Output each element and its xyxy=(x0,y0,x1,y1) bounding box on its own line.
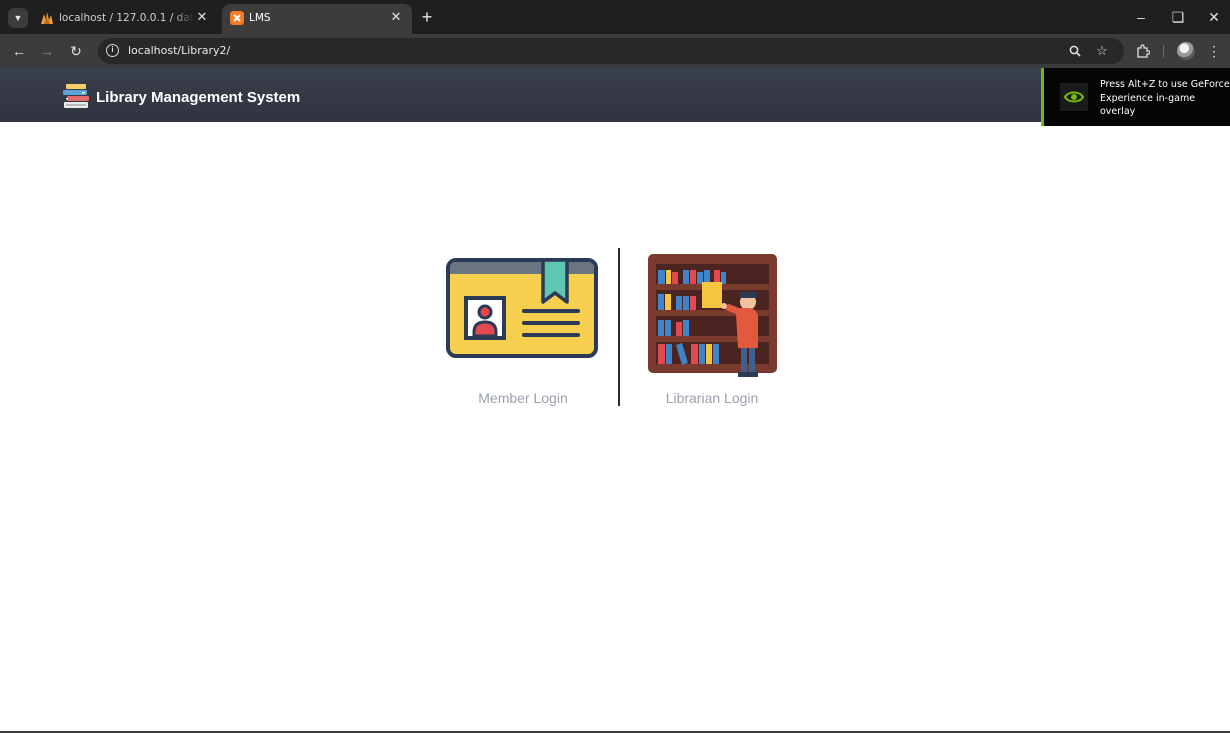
geforce-overlay-toast: Press Alt+Z to use GeForce Experience in… xyxy=(1041,68,1230,126)
app-title[interactable]: Library Management System xyxy=(96,89,300,107)
nvidia-icon xyxy=(1060,83,1088,111)
phpmyadmin-icon xyxy=(41,12,53,24)
forward-button[interactable]: → xyxy=(37,41,57,61)
address-bar[interactable]: i localhost/Library2/ ☆ xyxy=(98,38,1124,64)
profile-avatar[interactable] xyxy=(1177,42,1195,60)
reload-icon: ↻ xyxy=(70,43,82,59)
browser-tab-lms[interactable]: LMS ✕ xyxy=(222,4,412,34)
tab-search-button[interactable]: ▼ xyxy=(8,8,28,28)
librarian-login-link[interactable]: Librarian Login xyxy=(636,248,788,412)
close-window-button[interactable]: ✕ xyxy=(1202,6,1226,28)
reload-button[interactable]: ↻ xyxy=(66,41,86,61)
browser-tab-phpmyadmin[interactable]: localhost / 127.0.0.1 / database ✕ xyxy=(32,4,218,34)
member-card-icon xyxy=(446,258,598,358)
arrow-right-icon: → xyxy=(40,43,54,59)
tab-title: LMS xyxy=(249,12,271,24)
chevron-down-icon: ▼ xyxy=(13,13,23,23)
member-login-link[interactable]: Member Login xyxy=(440,252,606,412)
restore-button[interactable]: ❏ xyxy=(1166,6,1190,28)
toolbar-separator xyxy=(1163,45,1164,58)
extensions-button[interactable] xyxy=(1133,41,1153,61)
xampp-icon xyxy=(230,11,244,25)
address-url[interactable]: localhost/Library2/ xyxy=(128,44,230,58)
browser-tab-strip: ▼ localhost / 127.0.0.1 / database ✕ LMS… xyxy=(0,0,1230,34)
close-icon[interactable]: ✕ xyxy=(194,10,210,26)
close-icon[interactable]: ✕ xyxy=(388,10,404,26)
bookmark-star-icon[interactable]: ☆ xyxy=(1093,42,1111,60)
more-vert-icon: ⋮ xyxy=(1207,43,1221,59)
arrow-left-icon: ← xyxy=(12,43,26,59)
librarian-login-label[interactable]: Librarian Login xyxy=(636,390,788,406)
restore-icon: ❏ xyxy=(1171,9,1185,25)
librarian-bookshelf-icon xyxy=(648,254,777,377)
tab-title: localhost / 127.0.0.1 / database xyxy=(59,12,194,24)
login-divider xyxy=(618,248,620,406)
overlay-message: Press Alt+Z to use GeForce Experience in… xyxy=(1100,79,1230,117)
minimize-icon: – xyxy=(1137,9,1145,25)
new-tab-button[interactable]: + xyxy=(418,7,436,27)
info-icon[interactable]: i xyxy=(106,44,119,57)
member-login-label[interactable]: Member Login xyxy=(440,390,606,406)
puzzle-icon xyxy=(1137,44,1151,58)
zoom-icon[interactable] xyxy=(1066,42,1084,60)
browser-toolbar: ← → ↻ i localhost/Library2/ ☆ ⋮ xyxy=(0,34,1230,68)
minimize-button[interactable]: – xyxy=(1129,6,1153,28)
books-stack-icon xyxy=(63,84,89,108)
menu-button[interactable]: ⋮ xyxy=(1204,41,1224,61)
plus-icon: + xyxy=(421,7,433,27)
back-button[interactable]: ← xyxy=(9,41,29,61)
close-icon: ✕ xyxy=(1208,9,1220,25)
